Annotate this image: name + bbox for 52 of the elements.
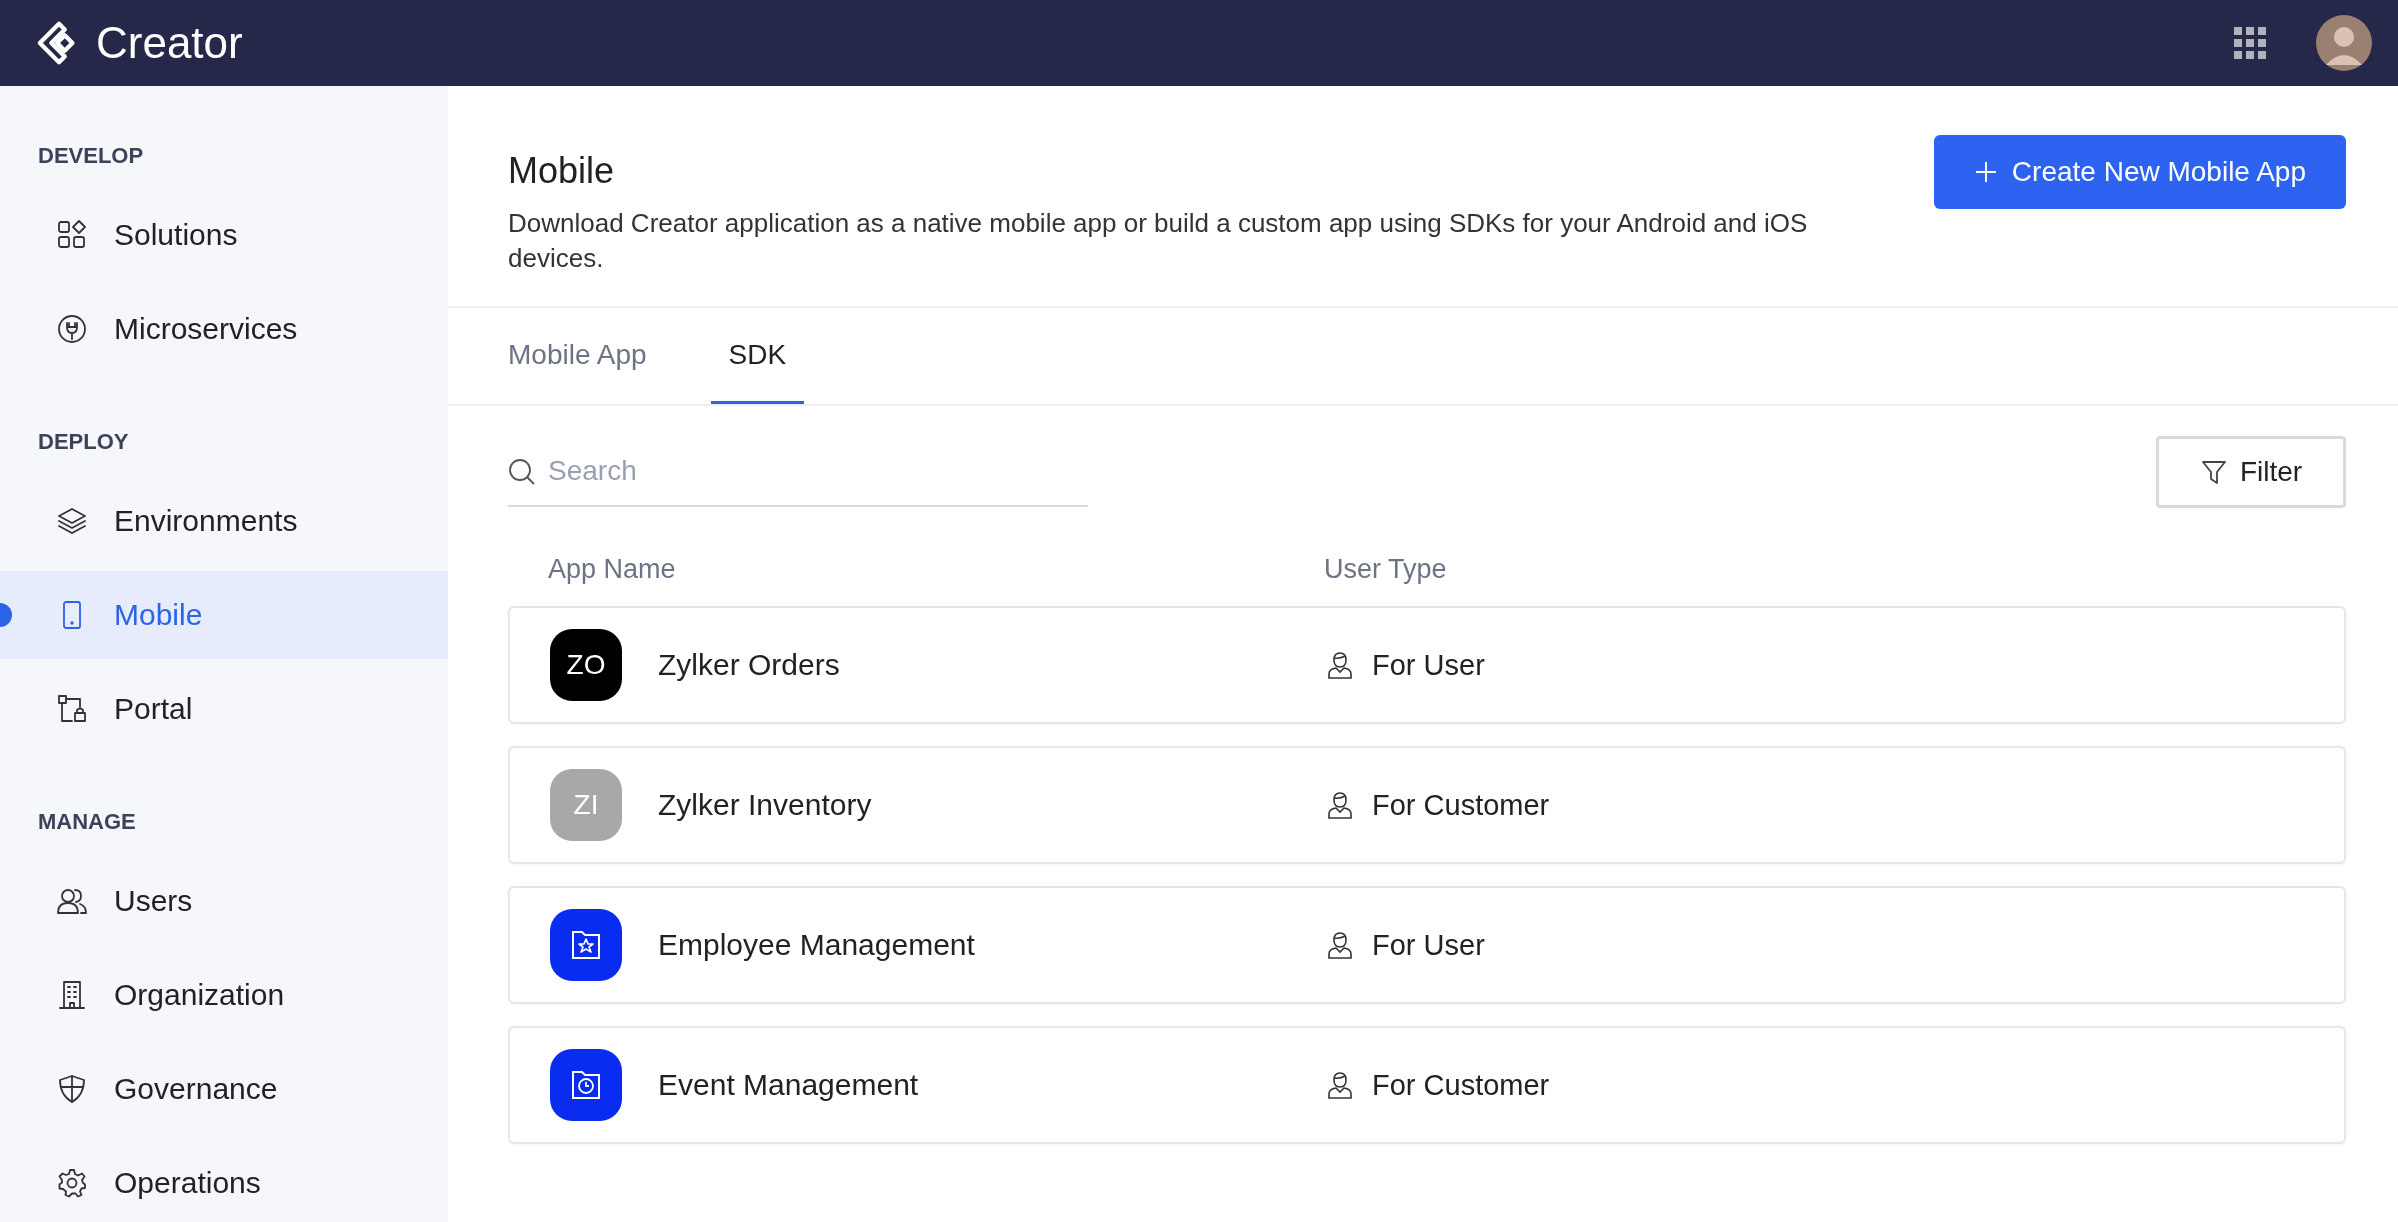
shield-icon bbox=[56, 1073, 88, 1105]
section-heading: DEVELOP bbox=[37, 142, 145, 170]
app-row[interactable]: ZI Zylker Inventory For Customer bbox=[508, 746, 2346, 864]
app-title: Creator bbox=[96, 18, 243, 68]
column-header: App Name bbox=[548, 553, 677, 585]
page-title: Mobile bbox=[508, 150, 616, 192]
filter-button[interactable]: Filter bbox=[2156, 436, 2346, 508]
column-header: User Type bbox=[1324, 553, 1447, 585]
user-icon bbox=[1326, 651, 1354, 679]
app-initials: ZO bbox=[550, 629, 622, 701]
sidebar-item[interactable]: Operations bbox=[0, 1139, 448, 1222]
app-name: Event Management bbox=[658, 1068, 919, 1102]
app-row[interactable]: Event Management For Customer bbox=[508, 1026, 2346, 1144]
app-name: Zylker Inventory bbox=[658, 788, 872, 822]
settings-icon bbox=[56, 1167, 88, 1199]
app-name: Employee Management bbox=[658, 928, 975, 962]
lock-diagram-icon bbox=[56, 693, 88, 725]
avatar[interactable] bbox=[2316, 15, 2372, 71]
app-row[interactable]: Employee Management For User bbox=[508, 886, 2346, 1004]
sidebar-item[interactable]: Users bbox=[0, 857, 448, 945]
apps-grid-icon[interactable] bbox=[2234, 27, 2266, 59]
app-row[interactable]: ZO Zylker Orders For User bbox=[508, 606, 2346, 724]
layers-icon bbox=[56, 505, 88, 537]
page-description: Download Creator application as a native mobile app or build a custom app using SDKs for your Android and iOS devices. bbox=[508, 207, 1809, 275]
sidebar-item[interactable]: Governance bbox=[0, 1045, 448, 1133]
search-icon bbox=[508, 458, 536, 486]
user-icon bbox=[1326, 1071, 1354, 1099]
user-icon bbox=[1326, 791, 1354, 819]
tab[interactable]: SDK bbox=[710, 308, 805, 404]
building-icon bbox=[56, 979, 88, 1011]
user-icon bbox=[1326, 931, 1354, 959]
user-type: For Customer bbox=[1372, 788, 1550, 822]
sidebar-item[interactable]: Solutions bbox=[0, 191, 448, 279]
section-heading: MANAGE bbox=[37, 808, 137, 836]
app-name: Zylker Orders bbox=[658, 648, 840, 682]
plug-icon bbox=[56, 313, 88, 345]
user-type: For User bbox=[1372, 648, 1485, 682]
section-heading: DEPLOY bbox=[37, 428, 130, 456]
search-field[interactable]: Search bbox=[508, 437, 1088, 507]
filter-icon bbox=[2199, 458, 2228, 486]
sidebar-item[interactable]: Mobile bbox=[0, 571, 448, 659]
create-app-button[interactable]: Create New Mobile App bbox=[1933, 135, 2346, 209]
plus-icon bbox=[1973, 160, 1998, 184]
user-type: For Customer bbox=[1372, 1068, 1550, 1102]
app-initials: ZI bbox=[550, 769, 622, 841]
sidebar-item[interactable]: Organization bbox=[0, 951, 448, 1039]
sidebar-item[interactable]: Microservices bbox=[0, 285, 448, 373]
sidebar-item[interactable]: Environments bbox=[0, 477, 448, 565]
tab[interactable]: Mobile App bbox=[508, 308, 663, 404]
grid-icon bbox=[56, 219, 88, 251]
user-type: For User bbox=[1372, 928, 1485, 962]
sidebar-item[interactable]: Portal bbox=[0, 665, 448, 753]
